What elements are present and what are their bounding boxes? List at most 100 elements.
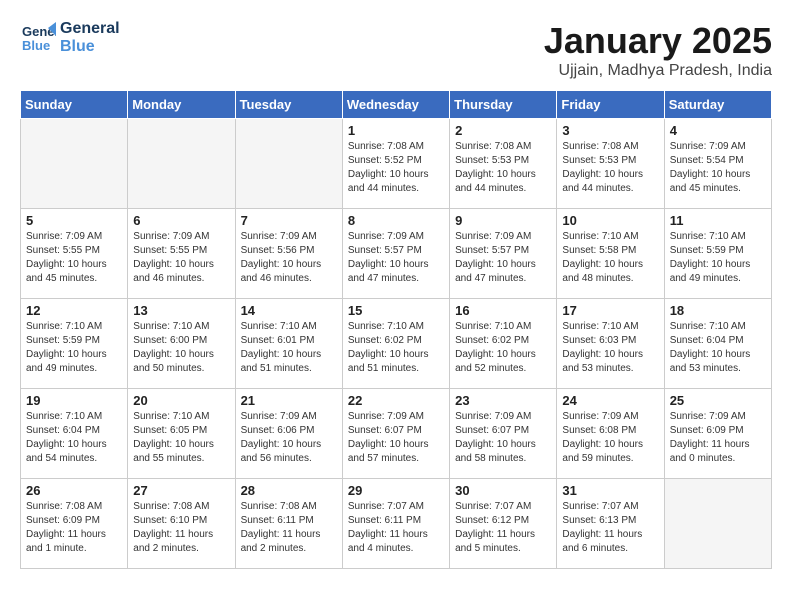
- day-info: Sunrise: 7:10 AM Sunset: 6:01 PM Dayligh…: [241, 320, 337, 376]
- month-title: January 2025: [544, 20, 772, 62]
- calendar-week-row: 5 Sunrise: 7:09 AM Sunset: 5:55 PM Dayli…: [21, 209, 772, 299]
- day-number: 16: [455, 303, 551, 318]
- calendar-day-cell: 19 Sunrise: 7:10 AM Sunset: 6:04 PM Dayl…: [21, 389, 128, 479]
- weekday-header: Tuesday: [235, 91, 342, 119]
- calendar-day-cell: 8 Sunrise: 7:09 AM Sunset: 5:57 PM Dayli…: [342, 209, 449, 299]
- day-info: Sunrise: 7:10 AM Sunset: 5:59 PM Dayligh…: [670, 230, 766, 286]
- title-block: January 2025 Ujjain, Madhya Pradesh, Ind…: [544, 20, 772, 80]
- calendar-day-cell: 10 Sunrise: 7:10 AM Sunset: 5:58 PM Dayl…: [557, 209, 664, 299]
- calendar-day-cell: 13 Sunrise: 7:10 AM Sunset: 6:00 PM Dayl…: [128, 299, 235, 389]
- day-number: 20: [133, 393, 229, 408]
- svg-text:Blue: Blue: [22, 38, 50, 53]
- day-number: 4: [670, 123, 766, 138]
- calendar-day-cell: 28 Sunrise: 7:08 AM Sunset: 6:11 PM Dayl…: [235, 479, 342, 569]
- day-number: 26: [26, 483, 122, 498]
- calendar-day-cell: 5 Sunrise: 7:09 AM Sunset: 5:55 PM Dayli…: [21, 209, 128, 299]
- day-info: Sunrise: 7:08 AM Sunset: 5:52 PM Dayligh…: [348, 140, 444, 196]
- day-number: 5: [26, 213, 122, 228]
- day-info: Sunrise: 7:07 AM Sunset: 6:12 PM Dayligh…: [455, 500, 551, 556]
- calendar-day-cell: 2 Sunrise: 7:08 AM Sunset: 5:53 PM Dayli…: [450, 119, 557, 209]
- day-info: Sunrise: 7:09 AM Sunset: 6:06 PM Dayligh…: [241, 410, 337, 466]
- calendar-day-cell: 3 Sunrise: 7:08 AM Sunset: 5:53 PM Dayli…: [557, 119, 664, 209]
- calendar-day-cell: 22 Sunrise: 7:09 AM Sunset: 6:07 PM Dayl…: [342, 389, 449, 479]
- calendar-day-cell: 23 Sunrise: 7:09 AM Sunset: 6:07 PM Dayl…: [450, 389, 557, 479]
- day-number: 1: [348, 123, 444, 138]
- day-number: 13: [133, 303, 229, 318]
- calendar-day-cell: 15 Sunrise: 7:10 AM Sunset: 6:02 PM Dayl…: [342, 299, 449, 389]
- calendar-day-cell: 21 Sunrise: 7:09 AM Sunset: 6:06 PM Dayl…: [235, 389, 342, 479]
- day-info: Sunrise: 7:07 AM Sunset: 6:11 PM Dayligh…: [348, 500, 444, 556]
- page-header: General Blue General Blue January 2025 U…: [20, 20, 772, 80]
- calendar-day-cell: 1 Sunrise: 7:08 AM Sunset: 5:52 PM Dayli…: [342, 119, 449, 209]
- calendar-day-cell: 6 Sunrise: 7:09 AM Sunset: 5:55 PM Dayli…: [128, 209, 235, 299]
- calendar-week-row: 26 Sunrise: 7:08 AM Sunset: 6:09 PM Dayl…: [21, 479, 772, 569]
- day-info: Sunrise: 7:10 AM Sunset: 5:58 PM Dayligh…: [562, 230, 658, 286]
- calendar-day-cell: [128, 119, 235, 209]
- day-number: 15: [348, 303, 444, 318]
- calendar-day-cell: 31 Sunrise: 7:07 AM Sunset: 6:13 PM Dayl…: [557, 479, 664, 569]
- day-number: 6: [133, 213, 229, 228]
- weekday-header: Thursday: [450, 91, 557, 119]
- weekday-header: Friday: [557, 91, 664, 119]
- day-number: 25: [670, 393, 766, 408]
- day-info: Sunrise: 7:09 AM Sunset: 5:57 PM Dayligh…: [455, 230, 551, 286]
- calendar-day-cell: 9 Sunrise: 7:09 AM Sunset: 5:57 PM Dayli…: [450, 209, 557, 299]
- day-info: Sunrise: 7:09 AM Sunset: 5:54 PM Dayligh…: [670, 140, 766, 196]
- subtitle: Ujjain, Madhya Pradesh, India: [544, 62, 772, 80]
- calendar-day-cell: 11 Sunrise: 7:10 AM Sunset: 5:59 PM Dayl…: [664, 209, 771, 299]
- day-info: Sunrise: 7:09 AM Sunset: 6:07 PM Dayligh…: [455, 410, 551, 466]
- logo: General Blue General Blue: [20, 20, 120, 56]
- calendar-day-cell: 25 Sunrise: 7:09 AM Sunset: 6:09 PM Dayl…: [664, 389, 771, 479]
- day-info: Sunrise: 7:08 AM Sunset: 5:53 PM Dayligh…: [562, 140, 658, 196]
- calendar-week-row: 1 Sunrise: 7:08 AM Sunset: 5:52 PM Dayli…: [21, 119, 772, 209]
- calendar-day-cell: 4 Sunrise: 7:09 AM Sunset: 5:54 PM Dayli…: [664, 119, 771, 209]
- day-number: 18: [670, 303, 766, 318]
- day-info: Sunrise: 7:09 AM Sunset: 6:08 PM Dayligh…: [562, 410, 658, 466]
- calendar-day-cell: 16 Sunrise: 7:10 AM Sunset: 6:02 PM Dayl…: [450, 299, 557, 389]
- day-number: 31: [562, 483, 658, 498]
- weekday-header: Monday: [128, 91, 235, 119]
- day-info: Sunrise: 7:08 AM Sunset: 6:09 PM Dayligh…: [26, 500, 122, 556]
- day-number: 30: [455, 483, 551, 498]
- day-number: 27: [133, 483, 229, 498]
- day-info: Sunrise: 7:09 AM Sunset: 5:57 PM Dayligh…: [348, 230, 444, 286]
- calendar-day-cell: [21, 119, 128, 209]
- day-info: Sunrise: 7:10 AM Sunset: 6:02 PM Dayligh…: [455, 320, 551, 376]
- calendar-day-cell: 27 Sunrise: 7:08 AM Sunset: 6:10 PM Dayl…: [128, 479, 235, 569]
- day-info: Sunrise: 7:07 AM Sunset: 6:13 PM Dayligh…: [562, 500, 658, 556]
- day-number: 24: [562, 393, 658, 408]
- calendar-day-cell: 7 Sunrise: 7:09 AM Sunset: 5:56 PM Dayli…: [235, 209, 342, 299]
- day-number: 8: [348, 213, 444, 228]
- calendar-week-row: 19 Sunrise: 7:10 AM Sunset: 6:04 PM Dayl…: [21, 389, 772, 479]
- day-number: 21: [241, 393, 337, 408]
- weekday-header: Saturday: [664, 91, 771, 119]
- day-info: Sunrise: 7:09 AM Sunset: 5:56 PM Dayligh…: [241, 230, 337, 286]
- logo-line1: General: [60, 20, 120, 38]
- calendar-week-row: 12 Sunrise: 7:10 AM Sunset: 5:59 PM Dayl…: [21, 299, 772, 389]
- weekday-header: Sunday: [21, 91, 128, 119]
- day-info: Sunrise: 7:09 AM Sunset: 6:09 PM Dayligh…: [670, 410, 766, 466]
- weekday-header-row: SundayMondayTuesdayWednesdayThursdayFrid…: [21, 91, 772, 119]
- calendar-day-cell: 17 Sunrise: 7:10 AM Sunset: 6:03 PM Dayl…: [557, 299, 664, 389]
- day-info: Sunrise: 7:09 AM Sunset: 5:55 PM Dayligh…: [26, 230, 122, 286]
- day-number: 14: [241, 303, 337, 318]
- logo-icon: General Blue: [20, 20, 56, 56]
- day-info: Sunrise: 7:09 AM Sunset: 6:07 PM Dayligh…: [348, 410, 444, 466]
- day-info: Sunrise: 7:10 AM Sunset: 6:05 PM Dayligh…: [133, 410, 229, 466]
- day-number: 11: [670, 213, 766, 228]
- day-number: 2: [455, 123, 551, 138]
- day-number: 17: [562, 303, 658, 318]
- calendar-day-cell: 24 Sunrise: 7:09 AM Sunset: 6:08 PM Dayl…: [557, 389, 664, 479]
- calendar-day-cell: 12 Sunrise: 7:10 AM Sunset: 5:59 PM Dayl…: [21, 299, 128, 389]
- day-number: 19: [26, 393, 122, 408]
- day-info: Sunrise: 7:10 AM Sunset: 6:02 PM Dayligh…: [348, 320, 444, 376]
- calendar-day-cell: 29 Sunrise: 7:07 AM Sunset: 6:11 PM Dayl…: [342, 479, 449, 569]
- logo-line2: Blue: [60, 38, 120, 56]
- day-number: 23: [455, 393, 551, 408]
- calendar-day-cell: [235, 119, 342, 209]
- day-number: 10: [562, 213, 658, 228]
- day-info: Sunrise: 7:10 AM Sunset: 6:00 PM Dayligh…: [133, 320, 229, 376]
- day-info: Sunrise: 7:10 AM Sunset: 6:04 PM Dayligh…: [670, 320, 766, 376]
- calendar-day-cell: 14 Sunrise: 7:10 AM Sunset: 6:01 PM Dayl…: [235, 299, 342, 389]
- calendar-day-cell: 26 Sunrise: 7:08 AM Sunset: 6:09 PM Dayl…: [21, 479, 128, 569]
